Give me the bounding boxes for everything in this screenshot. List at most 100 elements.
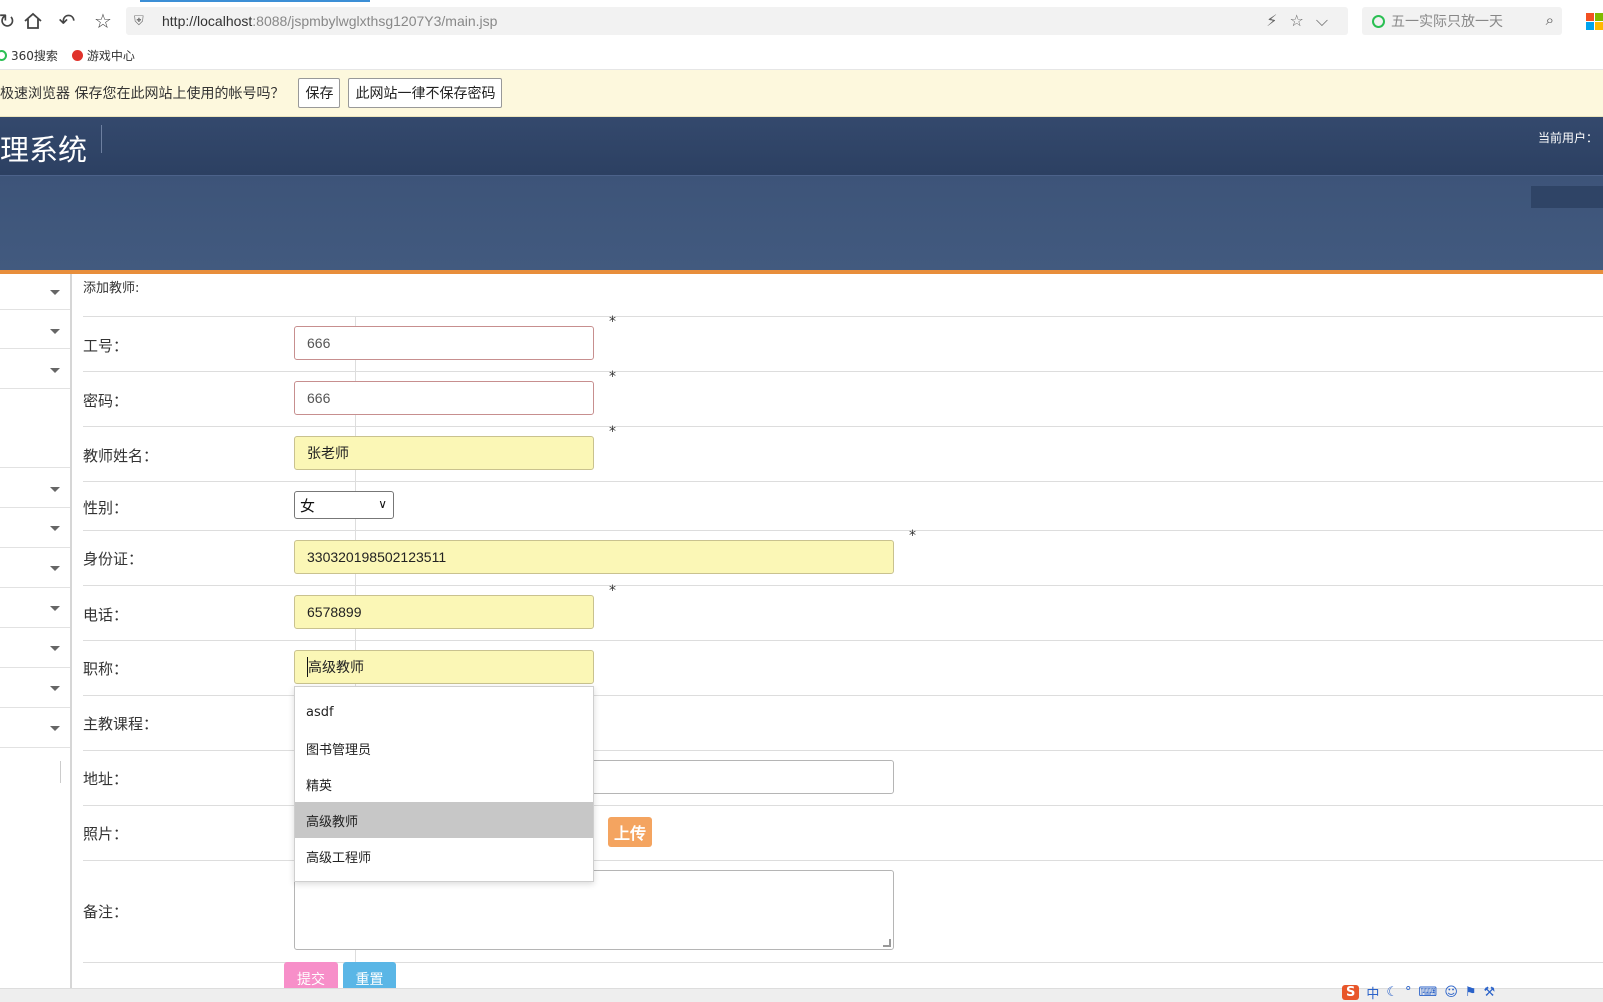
sogou-ime-icon[interactable]: S [1342,985,1360,1000]
address-label: 地址： [83,770,129,788]
user-icon[interactable]: ☺ [1444,985,1458,1000]
sidebar-item-6[interactable] [0,508,70,548]
active-tab-indicator [140,0,370,2]
course-label: 主教课程： [83,715,159,733]
ime-mode-label[interactable]: 中 [1366,983,1379,1002]
gender-selected-value: 女 [300,496,316,515]
remark-textarea[interactable] [294,870,894,950]
title-input-value: 高级教师 [307,657,364,677]
sidebar-item-7[interactable] [0,548,70,588]
chevron-down-icon [50,646,60,651]
browser-toolbar: ↻ ↶ ☆ ⛨ http://localhost:8088/jspmbylwgl… [0,0,1603,42]
sidebar [0,274,72,990]
chevron-down-icon [50,290,60,295]
never-save-password-button[interactable]: 此网站一律不保存密码 [348,78,503,108]
punctuation-icon[interactable]: ° [1405,985,1412,1000]
url-text[interactable]: http://localhost:8088/jspmbylwglxthsg120… [162,13,497,29]
app-header: 理系统 当前用户： [0,117,1603,175]
suggestion-item[interactable]: asdf [295,694,593,730]
chevron-down-icon [50,526,60,531]
sidebar-item-4[interactable] [0,389,70,468]
bookmarks-bar: 360搜索 游戏中心 [0,42,1603,70]
current-user-label: 当前用户： [1538,131,1599,145]
required-mark: * [609,314,616,330]
job-no-input[interactable]: 666 [294,326,594,360]
chevron-down-icon [50,329,60,334]
suggestion-item[interactable]: 图书管理员 [295,730,593,766]
required-mark: * [909,528,916,544]
app-title: 理系统 [0,133,88,167]
title-label: 职称： [83,660,129,678]
remark-label: 备注： [83,903,129,921]
sidebar-item-11[interactable] [0,708,70,748]
suggestion-item[interactable]: 高级工程师 [295,838,593,874]
suggestion-item[interactable]: 精英 [295,766,593,802]
moon-icon[interactable]: ☾ [1386,985,1398,1000]
home-icon[interactable] [20,8,46,34]
photo-label: 照片： [83,825,129,843]
teacher-name-input[interactable]: 张老师 [294,436,594,470]
sidebar-item-9[interactable] [0,628,70,668]
save-password-button[interactable]: 保存 [298,78,341,108]
windows-apps-icon[interactable] [1586,13,1603,30]
shirt-icon[interactable]: ⚑ [1465,985,1477,1000]
required-mark: * [609,369,616,385]
chevron-down-icon [50,726,60,731]
suggestion-item-highlighted[interactable]: 高级教师 [295,802,593,838]
save-password-message: 极速浏览器 保存您在此网站上使用的帐号吗？ [0,86,285,102]
sidebar-item-10[interactable] [0,668,70,708]
required-mark: * [609,583,616,599]
chevron-down-icon [50,566,60,571]
sidebar-item-5[interactable] [0,468,70,508]
bookmark-game-center[interactable]: 游戏中心 [71,47,135,64]
favorite-star-icon[interactable]: ☆ [90,8,116,34]
sidebar-item-1[interactable] [0,274,70,310]
security-shield-icon: ⛨ [134,13,144,29]
title-suggestions-dropdown: asdf 图书管理员 精英 高级教师 高级工程师 [294,686,594,882]
sidebar-item-8[interactable] [0,588,70,628]
chevron-down-icon: ∨ [378,497,387,511]
gender-select[interactable]: 女 ∨ [294,491,394,519]
resize-handle-icon[interactable] [883,939,891,947]
360-search-icon [0,50,7,61]
title-divider [101,125,102,153]
id-card-input[interactable]: 330320198502123511 [294,540,894,574]
360-logo-icon [1372,14,1385,28]
reload-icon[interactable]: ↻ [0,8,20,34]
chevron-down-icon [50,606,60,611]
app-banner [0,175,1603,271]
tool-icon[interactable]: ⚒ [1484,985,1496,1000]
chevron-down-icon[interactable]: ⌵ [1316,11,1328,31]
form-caption: 添加教师: [83,281,140,296]
id-card-label: 身份证： [83,550,144,568]
phone-label: 电话： [83,606,129,624]
password-label: 密码： [83,392,129,410]
browser-search-box[interactable]: 五一实际只放一天 ⌕ [1362,7,1562,35]
chevron-down-icon [50,368,60,373]
sidebar-divider [60,761,61,783]
name-label: 教师姓名： [83,447,159,465]
teacher-form: 工号： 密码： 教师姓名： 性别： 身份证： 电话： 职称： 主教课程： 地址：… [83,316,1603,977]
bookmark-star-icon[interactable]: ☆ [1290,11,1304,31]
address-bar[interactable]: ⛨ http://localhost:8088/jspmbylwglxthsg1… [126,7,1348,35]
chevron-down-icon [50,686,60,691]
required-mark: * [609,424,616,440]
keyboard-icon[interactable]: ⌨ [1419,985,1438,1000]
game-center-icon [71,50,83,61]
ime-toolbar: S 中 ☾ ° ⌨ ☺ ⚑ ⚒ [1342,983,1603,1002]
save-password-bar: 极速浏览器 保存您在此网站上使用的帐号吗？ 保存 此网站一律不保存密码 [0,70,1603,117]
password-input[interactable]: 666 [294,381,594,415]
job-no-label: 工号： [83,337,129,355]
sidebar-item-3[interactable] [0,349,70,389]
bookmark-360-search[interactable]: 360搜索 [0,47,58,64]
search-placeholder: 五一实际只放一天 [1391,14,1503,30]
search-icon[interactable]: ⌕ [1546,11,1554,29]
lightning-icon[interactable]: ⚡ [1266,11,1277,31]
undo-icon[interactable]: ↶ [54,8,80,34]
sidebar-item-2[interactable] [0,310,70,349]
chevron-down-icon [50,487,60,492]
phone-input[interactable]: 6578899 [294,595,594,629]
title-input[interactable]: 高级教师 [294,650,594,684]
upload-button[interactable]: 上传 [608,817,652,847]
gender-label: 性别： [83,499,129,517]
